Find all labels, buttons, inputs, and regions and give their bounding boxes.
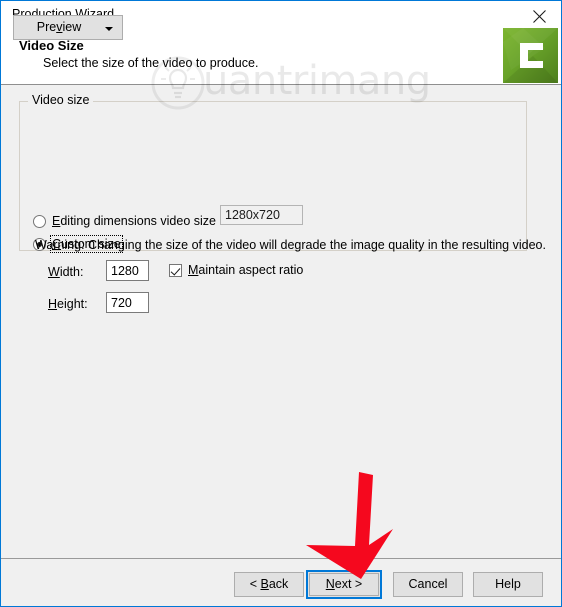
video-size-groupbox <box>19 101 527 251</box>
label-rest: aintain aspect ratio <box>198 263 304 277</box>
label-rest: eight: <box>57 297 88 311</box>
label-rest: ack <box>268 577 289 591</box>
radio-editing-dimensions[interactable]: Editing dimensions video size <box>33 214 216 228</box>
cancel-button[interactable]: Cancel <box>393 572 463 597</box>
chevron-down-icon <box>105 27 113 31</box>
preview-button-label: Preview <box>14 16 104 39</box>
close-button[interactable] <box>517 1 561 28</box>
label-rest: diting dimensions video size <box>60 214 216 228</box>
maintain-aspect-ratio-checkbox[interactable]: Maintain aspect ratio <box>169 263 303 277</box>
checkbox-mark-maintain-aspect <box>169 263 182 277</box>
accel-key: M <box>188 263 199 277</box>
wizard-body: Video size Editing dimensions video size… <box>1 85 561 558</box>
next-button-face: Next > <box>309 573 379 596</box>
next-button[interactable]: Next > <box>306 570 382 599</box>
label-rest: ext > <box>334 577 363 591</box>
help-button[interactable]: Help <box>473 572 543 597</box>
size-warning-text: Warning: Changing the size of the video … <box>35 238 546 252</box>
preview-button[interactable]: Preview <box>13 15 123 40</box>
radio-mark-editing-dimensions <box>33 214 46 228</box>
page-title: Video Size <box>19 38 84 53</box>
close-icon <box>533 10 546 23</box>
width-label: Width: <box>48 265 83 279</box>
label-prefix: < <box>249 577 261 591</box>
accel-key: W <box>48 265 60 279</box>
editing-dimensions-value: 1280x720 <box>220 205 303 225</box>
height-label: Height: <box>48 297 88 311</box>
accel-key: B <box>260 577 269 591</box>
height-input[interactable] <box>106 292 149 313</box>
label-prefix: Pre <box>36 20 57 34</box>
radio-label-editing-dimensions: Editing dimensions video size <box>52 214 216 228</box>
width-input[interactable] <box>106 260 149 281</box>
maintain-aspect-ratio-label: Maintain aspect ratio <box>188 263 303 277</box>
accel-key: N <box>325 577 335 591</box>
label-rest: idth: <box>59 265 84 279</box>
label-rest: iew <box>62 20 82 34</box>
back-button[interactable]: < Back <box>234 572 304 597</box>
camtasia-logo-icon <box>503 28 558 83</box>
page-subtitle: Select the size of the video to produce. <box>43 56 259 70</box>
accel-key: H <box>48 297 58 311</box>
production-wizard-window: Production Wizard Video Size Select the … <box>0 0 562 607</box>
video-size-group-label: Video size <box>28 93 94 107</box>
